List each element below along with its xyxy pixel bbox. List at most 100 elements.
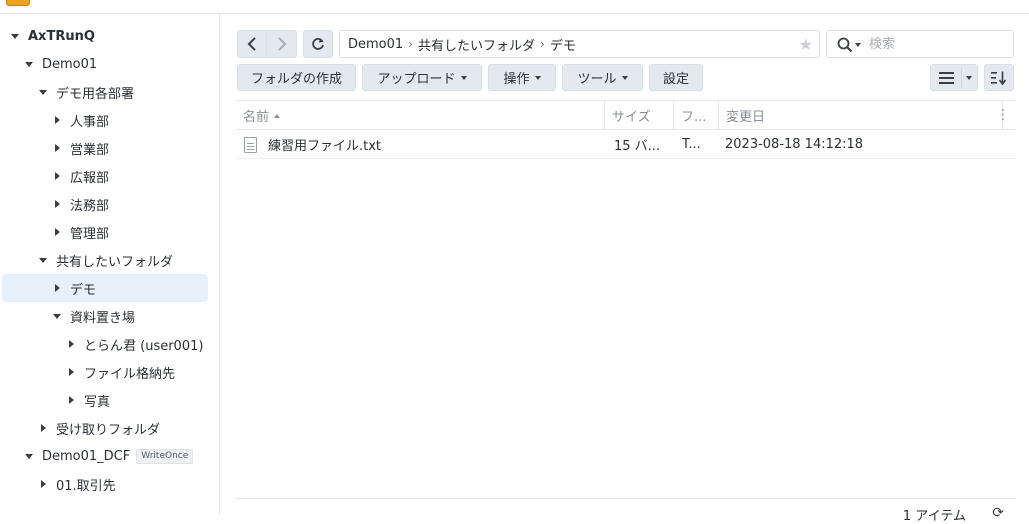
- list-view-icon: [939, 71, 954, 84]
- tree-item-photos[interactable]: 写真: [2, 386, 208, 414]
- column-header-modified[interactable]: 変更日: [719, 101, 1003, 130]
- refresh-icon: [312, 38, 324, 50]
- text-file-icon: [244, 137, 257, 153]
- tree-item-label: ファイル格納先: [84, 366, 176, 382]
- folder-tree-sidebar: AxTRunQ Demo01 デモ用各部署 人事部 営業部 広報部 法務部 管理…: [0, 14, 220, 515]
- tree-item-file-storage[interactable]: ファイル格納先: [2, 358, 208, 386]
- file-modified: 2023-08-18 14:12:18: [725, 136, 864, 152]
- refresh-icon[interactable]: ⟳: [992, 505, 1004, 521]
- tree-item-label: Demo01: [42, 56, 98, 72]
- tree-item-label: とらん君 (user001): [84, 338, 204, 354]
- tree-item-label: 人事部: [70, 114, 110, 130]
- tree-item-hr[interactable]: 人事部: [2, 106, 208, 134]
- tools-label: ツール: [577, 72, 617, 87]
- sort-ascending-icon: [274, 113, 281, 118]
- chevron-down-icon: [534, 75, 541, 80]
- chevron-right-icon[interactable]: [52, 199, 62, 209]
- column-options-icon[interactable]: ⋮: [996, 108, 1010, 122]
- search-input[interactable]: [867, 35, 1007, 53]
- action-label: 操作: [503, 72, 530, 87]
- chevron-down-icon: [621, 75, 628, 80]
- chevron-right-icon[interactable]: [66, 339, 76, 349]
- tree-item-user001[interactable]: とらん君 (user001): [2, 330, 208, 358]
- tree-item-sales[interactable]: 営業部: [2, 134, 208, 162]
- tree-item-demo01[interactable]: Demo01: [2, 50, 208, 78]
- breadcrumb-item[interactable]: Demo01: [348, 37, 403, 52]
- tree-item-demo01-dcf[interactable]: Demo01_DCF WriteOnce: [2, 442, 208, 470]
- star-icon[interactable]: ★: [799, 35, 813, 54]
- chevron-down-icon[interactable]: [855, 43, 861, 47]
- tree-item-demo-departments[interactable]: デモ用各部署: [2, 78, 208, 106]
- tree-item-clients[interactable]: 01.取引先: [2, 470, 208, 498]
- top-bar: [0, 0, 1029, 14]
- tree-item-legal[interactable]: 法務部: [2, 190, 208, 218]
- forward-button[interactable]: [267, 30, 297, 58]
- path-breadcrumb[interactable]: Demo01 › 共有したいフォルダ › デモ ★: [339, 30, 820, 58]
- file-list-header: 名前 サイズ フ... 変更日 ⋮: [236, 100, 1016, 130]
- chevron-right-icon[interactable]: [66, 367, 76, 377]
- column-header-name[interactable]: 名前: [236, 101, 605, 130]
- chevron-right-icon: [277, 37, 286, 51]
- file-type: T...: [682, 136, 701, 152]
- tree-item-shared-folder[interactable]: 共有したいフォルダ: [2, 246, 208, 274]
- tree-item-label: 写真: [84, 394, 111, 410]
- chevron-left-icon: [247, 37, 256, 51]
- table-row[interactable]: 練習用ファイル.txt 15 バ... T... 2023-08-18 14:1…: [236, 130, 1016, 159]
- chevron-down-icon: [460, 75, 467, 80]
- tree-item-pr[interactable]: 広報部: [2, 162, 208, 190]
- chevron-down-icon: [966, 76, 972, 80]
- search-icon[interactable]: [837, 37, 853, 53]
- settings-button[interactable]: 設定: [649, 64, 703, 91]
- tree-item-admin[interactable]: 管理部: [2, 218, 208, 246]
- chevron-right-icon[interactable]: [52, 283, 62, 293]
- chevron-right-icon[interactable]: [52, 143, 62, 153]
- upload-button[interactable]: アップロード: [362, 64, 482, 91]
- sort-button[interactable]: [984, 64, 1014, 91]
- refresh-button[interactable]: [303, 30, 333, 58]
- tools-button[interactable]: ツール: [562, 64, 643, 91]
- tree-item-label: AxTRunQ: [28, 28, 95, 44]
- tree-item-label: Demo01_DCF: [42, 448, 131, 464]
- breadcrumb-separator-icon: ›: [408, 37, 413, 51]
- chevron-right-icon[interactable]: [38, 479, 48, 489]
- breadcrumb-item[interactable]: 共有したいフォルダ: [418, 35, 535, 54]
- tree-item-materials[interactable]: 資料置き場: [2, 302, 208, 330]
- tree-item-demo[interactable]: デモ: [2, 274, 208, 302]
- tree-item-label: 法務部: [70, 198, 110, 214]
- create-folder-button[interactable]: フォルダの作成: [237, 64, 356, 91]
- back-button[interactable]: [237, 30, 267, 58]
- chevron-right-icon[interactable]: [66, 395, 76, 405]
- view-mode-button[interactable]: [930, 64, 978, 91]
- chevron-right-icon[interactable]: [38, 423, 48, 433]
- create-folder-label: フォルダの作成: [250, 72, 342, 87]
- chevron-right-icon[interactable]: [52, 171, 62, 181]
- settings-label: 設定: [662, 72, 689, 87]
- chevron-right-icon[interactable]: [52, 227, 62, 237]
- tree-item-axtrunq[interactable]: AxTRunQ: [2, 22, 208, 50]
- column-size-label: サイズ: [612, 110, 651, 125]
- column-header-size[interactable]: サイズ: [605, 101, 674, 130]
- app-logo-icon: [6, 0, 30, 6]
- tree-item-label: 01.取引先: [56, 478, 116, 494]
- file-name: 練習用ファイル.txt: [268, 138, 382, 154]
- tree-item-label: 資料置き場: [70, 310, 136, 326]
- chevron-down-icon[interactable]: [24, 59, 34, 69]
- search-box[interactable]: [826, 30, 1014, 58]
- tree-item-label: 営業部: [70, 142, 110, 158]
- chevron-down-icon[interactable]: [24, 451, 34, 461]
- chevron-down-icon[interactable]: [10, 31, 20, 41]
- chevron-down-icon[interactable]: [52, 311, 62, 321]
- tree-item-label: 管理部: [70, 226, 110, 242]
- chevron-right-icon[interactable]: [52, 115, 62, 125]
- write-once-badge: WriteOnce: [136, 448, 194, 464]
- chevron-down-icon[interactable]: [38, 87, 48, 97]
- tree-item-receive-folder[interactable]: 受け取りフォルダ: [2, 414, 208, 442]
- tree-item-label: デモ用各部署: [56, 86, 135, 102]
- chevron-down-icon[interactable]: [38, 255, 48, 265]
- sort-icon: [991, 71, 1007, 85]
- breadcrumb-item[interactable]: デモ: [550, 35, 576, 54]
- action-button[interactable]: 操作: [488, 64, 556, 91]
- column-header-type[interactable]: フ...: [674, 101, 719, 130]
- tree-item-label: 共有したいフォルダ: [56, 254, 174, 270]
- status-footer: 1 アイテム ⟳: [236, 498, 1016, 524]
